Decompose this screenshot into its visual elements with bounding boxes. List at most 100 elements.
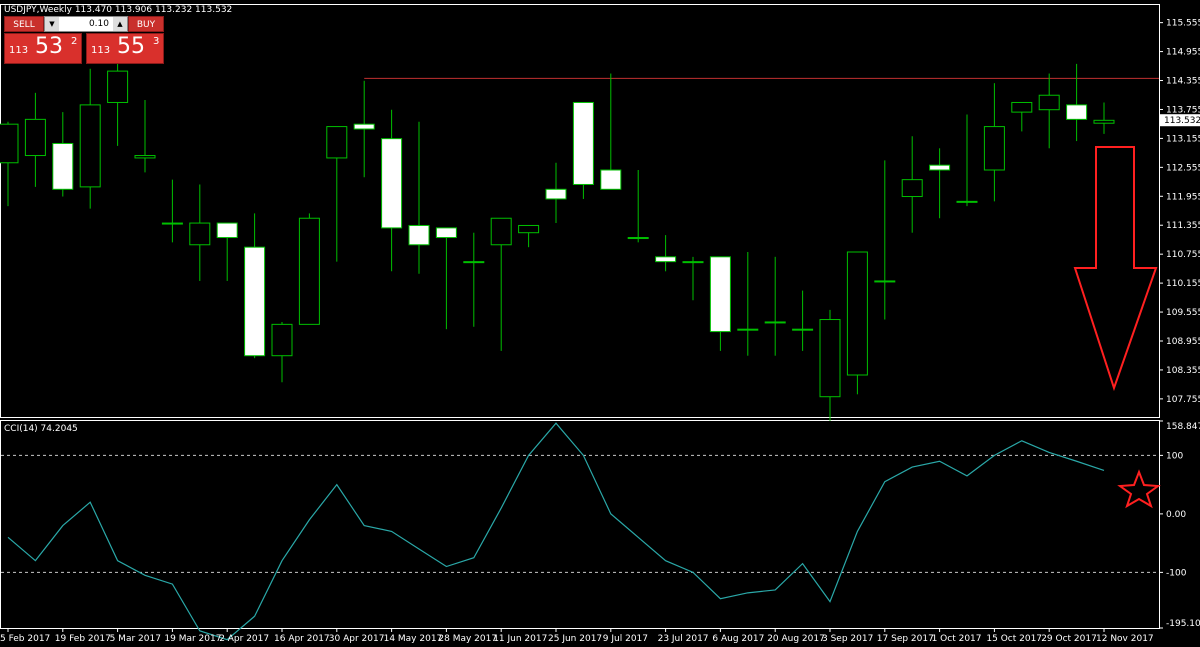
- price-tick-label: 111.355: [1166, 221, 1200, 231]
- candle-body: [244, 246, 266, 357]
- candle: [737, 252, 759, 356]
- cci-tick-label: -100: [1166, 568, 1187, 578]
- buy-price-box[interactable]: 113 55 3: [86, 33, 164, 64]
- candle-body: [1011, 101, 1033, 113]
- candle-body: [764, 321, 786, 324]
- candle-body: [189, 222, 211, 246]
- candle: [1038, 73, 1060, 149]
- candle: [572, 101, 594, 199]
- time-tick-label: 2 Apr 2017: [219, 634, 269, 644]
- time-tick-label: 25 Jun 2017: [548, 634, 602, 644]
- time-tick-label: 17 Sep 2017: [877, 634, 934, 644]
- candle: [381, 109, 403, 272]
- candle: [1093, 102, 1115, 134]
- price-tick-label: 114.955: [1166, 48, 1200, 58]
- lot-decrease-button[interactable]: ▼: [45, 17, 59, 31]
- candle: [901, 136, 923, 233]
- candle-body: [107, 70, 129, 103]
- candle: [682, 256, 704, 301]
- buy-price-big: 113: [91, 45, 111, 56]
- candle-body: [298, 217, 320, 325]
- down-arrow-icon: [1073, 146, 1158, 392]
- candle-body: [381, 138, 403, 229]
- candle: [490, 217, 512, 351]
- candle-body: [819, 319, 841, 398]
- time-tick-label: 16 Apr 2017: [274, 634, 330, 644]
- price-tick-label: 107.755: [1166, 395, 1200, 405]
- candle: [244, 213, 266, 359]
- time-tick-label: 9 Jul 2017: [603, 634, 648, 644]
- lot-increase-button[interactable]: ▲: [113, 17, 127, 31]
- sell-price-big: 113: [9, 45, 29, 56]
- price-tick-label: 108.955: [1166, 337, 1200, 347]
- candle: [0, 121, 19, 207]
- candles-group: [0, 61, 1115, 421]
- price-tick-label: 111.955: [1166, 192, 1200, 202]
- candle: [545, 162, 567, 224]
- time-tick-label: 29 Oct 2017: [1041, 634, 1097, 644]
- price-tick-label: 110.155: [1166, 279, 1200, 289]
- candle-body: [737, 328, 759, 331]
- candle-body: [846, 251, 868, 376]
- candle-body: [79, 104, 101, 188]
- lot-size-stepper[interactable]: ▼ 0.10 ▲: [44, 16, 128, 32]
- candle-body: [627, 237, 649, 240]
- price-tick-label: 110.755: [1166, 250, 1200, 260]
- candle: [463, 232, 485, 327]
- candle-body: [463, 261, 485, 264]
- time-tick-label: 15 Oct 2017: [986, 634, 1042, 644]
- buy-price-pips: 55: [117, 34, 145, 59]
- sell-price-sup: 2: [71, 36, 78, 47]
- sell-price-box[interactable]: 113 53 2: [4, 33, 82, 64]
- candle-body: [216, 222, 238, 239]
- time-tick-label: 5 Feb 2017: [0, 634, 50, 644]
- candle-body: [271, 323, 293, 357]
- lot-size-input[interactable]: 0.10: [59, 17, 113, 31]
- candle: [929, 148, 951, 219]
- candle-body: [1093, 119, 1115, 124]
- cci-axis: 158.847 100 0.00 -100 -195.1053: [1159, 420, 1200, 629]
- sell-button[interactable]: SELL: [4, 16, 44, 32]
- time-tick-label: 19 Feb 2017: [55, 634, 111, 644]
- time-tick-label: 11 Jun 2017: [493, 634, 547, 644]
- time-tick-label: 12 Nov 2017: [1096, 634, 1154, 644]
- candle: [983, 83, 1005, 202]
- time-tick-label: 5 Mar 2017: [110, 634, 161, 644]
- price-tick-label: 113.755: [1166, 105, 1200, 115]
- candle: [52, 112, 74, 197]
- time-tick-label: 3 Sep 2017: [822, 634, 873, 644]
- candle-body: [518, 224, 540, 234]
- buy-price-sup: 3: [153, 36, 160, 47]
- candle: [846, 251, 868, 395]
- candle-body: [572, 101, 594, 185]
- cci-tick-label: -195.1053: [1166, 619, 1200, 629]
- candle-body: [408, 224, 430, 246]
- candle-body: [682, 261, 704, 264]
- price-tick-label: 113.155: [1166, 134, 1200, 144]
- price-tick-label: 109.555: [1166, 308, 1200, 318]
- price-tick-label: 115.555: [1166, 19, 1200, 29]
- symbol-header: USDJPY,Weekly 113.470 113.906 113.232 11…: [4, 5, 232, 15]
- candle-body: [709, 256, 731, 333]
- candle-body: [435, 227, 457, 239]
- candle-body: [0, 123, 19, 164]
- main-pane-frame: [0, 4, 1160, 418]
- cci-tick-label: 0.00: [1166, 510, 1186, 520]
- candle: [1011, 101, 1033, 132]
- cci-title: CCI(14) 74.2045: [4, 424, 78, 434]
- candle-body: [545, 188, 567, 200]
- time-tick-label: 14 May 2017: [384, 634, 443, 644]
- buy-button[interactable]: BUY: [128, 16, 164, 32]
- price-tick-label: 114.355: [1166, 77, 1200, 87]
- time-tick-label: 6 Aug 2017: [712, 634, 764, 644]
- candle: [107, 61, 129, 146]
- candle: [600, 73, 622, 190]
- candle: [353, 80, 375, 178]
- time-tick-label: 19 Mar 2017: [164, 634, 221, 644]
- candle: [24, 92, 46, 187]
- candle-body: [24, 118, 46, 157]
- candle: [627, 170, 649, 243]
- cci-levels: [1, 454, 1159, 573]
- candle-body: [901, 179, 923, 198]
- time-tick-label: 1 Oct 2017: [932, 634, 982, 644]
